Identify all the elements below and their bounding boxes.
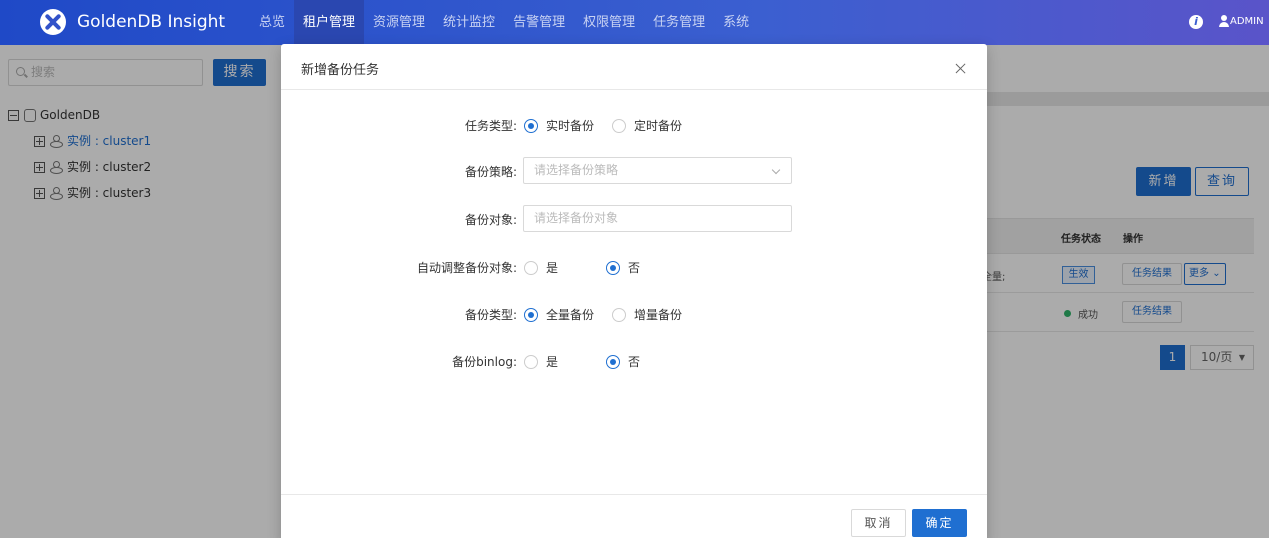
radio-unchecked-icon	[524, 354, 538, 369]
nav-permission[interactable]: 权限管理	[574, 0, 644, 45]
radio-scheduled-backup[interactable]: 定时备份	[612, 117, 682, 134]
select-placeholder: 请选择备份策略	[534, 163, 619, 177]
brand-name: GoldenDB Insight	[77, 12, 226, 32]
radio-checked-icon	[524, 307, 538, 322]
radio-binlog-no[interactable]: 否	[606, 353, 640, 370]
radio-realtime-backup[interactable]: 实时备份	[524, 117, 594, 134]
backup-type-label: 备份类型:	[464, 308, 517, 322]
task-type-radio-group: 实时备份 定时备份	[524, 117, 682, 134]
logo-icon	[40, 9, 66, 35]
radio-label: 全量备份	[546, 308, 595, 322]
nav-monitor[interactable]: 统计监控	[434, 0, 504, 45]
auto-adjust-radio-group: 是 否	[524, 259, 640, 276]
radio-label: 否	[628, 261, 641, 275]
nav-system[interactable]: 系统	[714, 0, 758, 45]
radio-auto-adjust-yes[interactable]: 是	[524, 259, 558, 276]
radio-label: 增量备份	[634, 308, 683, 322]
radio-binlog-yes[interactable]: 是	[524, 353, 558, 370]
radio-label: 定时备份	[634, 119, 683, 133]
backup-binlog-label: 备份binlog:	[452, 355, 517, 369]
dialog-title: 新增备份任务	[301, 63, 380, 78]
input-placeholder: 请选择备份对象	[534, 211, 619, 225]
backup-strategy-select[interactable]: 请选择备份策略	[523, 157, 792, 184]
top-nav-bar: GoldenDB Insight 总览 租户管理 资源管理 统计监控 告警管理 …	[0, 0, 1269, 45]
chevron-down-icon	[771, 165, 781, 175]
backup-object-label: 备份对象:	[464, 213, 517, 227]
nav-alarm[interactable]: 告警管理	[504, 0, 574, 45]
radio-checked-icon	[606, 260, 621, 275]
radio-full-backup[interactable]: 全量备份	[524, 306, 594, 323]
add-backup-task-dialog: 新增备份任务 任务类型: 实时备份 定时备份 备份策略: 请选择备份策略 备份对…	[281, 44, 987, 538]
nav-overview[interactable]: 总览	[250, 0, 294, 45]
user-icon[interactable]	[1219, 15, 1229, 27]
cancel-button[interactable]: 取消	[851, 509, 906, 537]
radio-unchecked-icon	[524, 260, 538, 275]
user-name[interactable]: ADMIN	[1230, 15, 1264, 29]
backup-object-input[interactable]: 请选择备份对象	[523, 205, 792, 232]
radio-checked-icon	[606, 354, 621, 369]
radio-label: 是	[546, 355, 559, 369]
nav-task[interactable]: 任务管理	[644, 0, 714, 45]
radio-auto-adjust-no[interactable]: 否	[606, 259, 640, 276]
confirm-button[interactable]: 确定	[912, 509, 967, 537]
backup-type-radio-group: 全量备份 增量备份	[524, 306, 682, 323]
radio-label: 实时备份	[546, 119, 595, 133]
close-icon[interactable]	[954, 62, 968, 76]
backup-binlog-radio-group: 是 否	[524, 353, 640, 370]
dialog-footer: 取消 确定	[281, 494, 987, 538]
dialog-header: 新增备份任务	[281, 44, 987, 90]
radio-unchecked-icon	[612, 118, 627, 133]
main-nav: 总览 租户管理 资源管理 统计监控 告警管理 权限管理 任务管理 系统	[250, 0, 758, 45]
radio-checked-icon	[524, 118, 538, 133]
task-type-label: 任务类型:	[464, 119, 517, 133]
nav-tenant[interactable]: 租户管理	[294, 0, 365, 45]
radio-unchecked-icon	[612, 307, 627, 322]
radio-incremental-backup[interactable]: 增量备份	[612, 306, 682, 323]
backup-strategy-label: 备份策略:	[464, 165, 517, 179]
info-icon[interactable]: i	[1189, 15, 1203, 29]
auto-adjust-label: 自动调整备份对象:	[416, 261, 517, 275]
nav-resource[interactable]: 资源管理	[364, 0, 434, 45]
radio-label: 是	[546, 261, 559, 275]
radio-label: 否	[628, 355, 641, 369]
